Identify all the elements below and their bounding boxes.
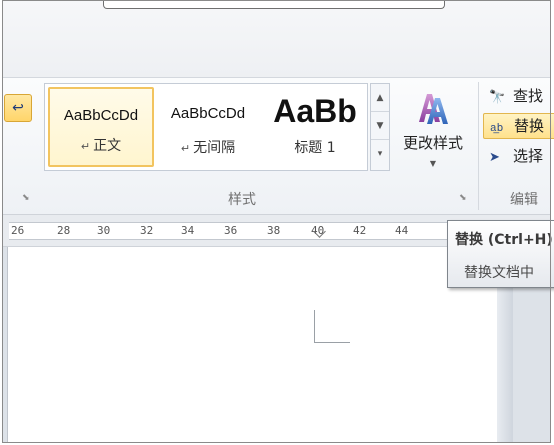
styles-gallery: AaBbCcDd ↵ 正文 AaBbCcDd ↵ 无间隔 AaBb 标题 1: [44, 83, 368, 171]
gallery-more-icon[interactable]: ▾: [371, 140, 389, 168]
ruler-tick: 30: [97, 224, 111, 237]
chevron-down-icon: ▼: [429, 159, 437, 168]
ruler-tick: 38: [267, 224, 281, 237]
ruler-tick: 44: [395, 224, 409, 237]
window-title-area: [3, 1, 551, 77]
document-page[interactable]: [7, 247, 498, 443]
ruler-tick: 42: [353, 224, 367, 237]
paragraph-mark-button[interactable]: ↩: [4, 94, 32, 122]
style-name: ↵ 无间隔: [180, 140, 236, 156]
replace-tooltip: 替换 (Ctrl+H) 替换文档中: [447, 220, 554, 288]
title-bar-edge: [103, 1, 445, 9]
tooltip-description: 替换文档中: [464, 265, 534, 281]
ruler-tick: 34: [181, 224, 195, 237]
style-sample: AaBb: [273, 93, 357, 129]
ruler-tick: 36: [224, 224, 238, 237]
ruler-tick: 32: [140, 224, 154, 237]
group-label-styles: 样式: [228, 192, 256, 208]
find-label: 查找: [513, 87, 544, 105]
margin-corner-mark: [314, 342, 350, 343]
scroll-up-icon[interactable]: ▲: [371, 84, 389, 112]
group-label-editing: 编辑: [510, 192, 538, 208]
find-button[interactable]: 🔭 查找: [483, 83, 554, 109]
change-styles-label: 更改样式: [402, 134, 463, 152]
style-name: 标题 1: [294, 140, 336, 156]
replace-icon: a͟b: [490, 121, 504, 134]
group-divider: [478, 82, 479, 210]
change-styles-icon: [419, 94, 448, 124]
ruler-tick: 28: [57, 224, 71, 237]
select-button[interactable]: ➤ 选择: [483, 143, 554, 169]
style-no-spacing[interactable]: AaBbCcDd ↵ 无间隔: [157, 87, 259, 167]
replace-label: 替换: [514, 117, 545, 135]
binoculars-icon: 🔭: [489, 90, 506, 105]
paragraph-mark-icon: ↵: [180, 142, 191, 155]
gallery-scrollbar: ▲ ▼ ▾: [370, 83, 390, 171]
tooltip-title: 替换 (Ctrl+H): [455, 232, 553, 248]
paragraph-mark-icon: ↵: [80, 140, 91, 153]
style-sample: AaBbCcDd: [170, 105, 246, 122]
scroll-down-icon[interactable]: ▼: [371, 112, 389, 140]
cursor-arrow-icon: ➤: [489, 150, 500, 165]
style-name: ↵ 正文: [80, 138, 122, 154]
select-label: 选择: [513, 147, 544, 165]
margin-corner-mark: [314, 310, 315, 342]
dialog-launcher-icon[interactable]: ⬊: [22, 193, 30, 203]
change-styles-button[interactable]: 更改样式 ▼: [394, 84, 472, 184]
replace-button[interactable]: a͟b 替换: [483, 113, 554, 139]
style-heading-1[interactable]: AaBb 标题 1: [263, 87, 367, 167]
style-sample: AaBbCcDd: [63, 107, 139, 124]
style-normal[interactable]: AaBbCcDd ↵ 正文: [48, 87, 154, 167]
ruler-tick: 26: [11, 224, 25, 237]
dialog-launcher-icon[interactable]: ⬊: [459, 193, 467, 203]
